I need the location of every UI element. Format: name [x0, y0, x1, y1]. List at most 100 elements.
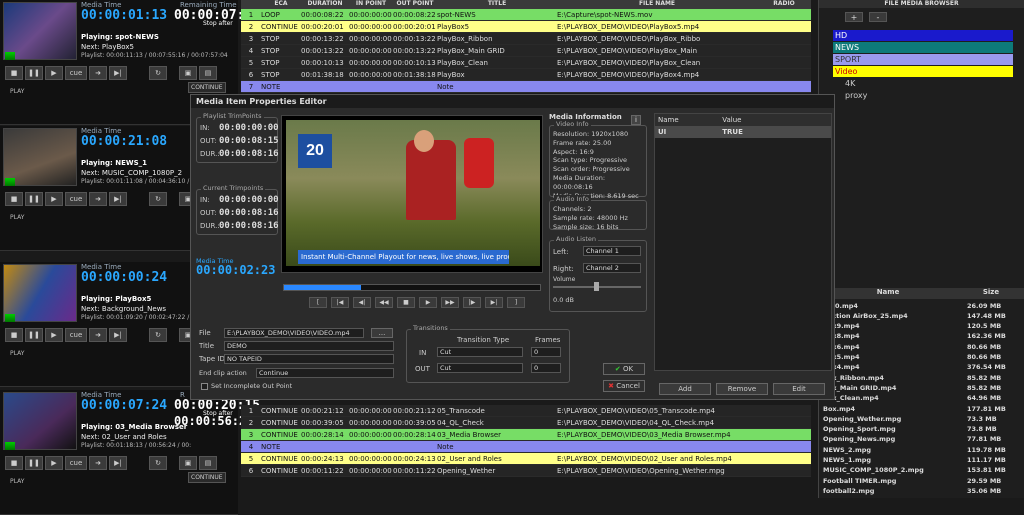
endclip-select[interactable]: Continue	[256, 368, 394, 378]
table-row[interactable]: 1 LOOP 00:00:08:22 00:00:00:00 00:00:08:22 sp…	[241, 9, 811, 21]
folder-icon[interactable]: ▤	[199, 66, 217, 80]
go-end-icon[interactable]: ▶|	[485, 297, 503, 308]
pause-icon[interactable]: ❚❚	[25, 456, 43, 470]
timeline-scrubber[interactable]	[283, 284, 541, 291]
table-row[interactable]: 4 NOTE Note	[241, 441, 811, 453]
browse-button[interactable]: ...	[371, 328, 393, 338]
category-item[interactable]: NEWS	[833, 42, 1013, 53]
next-icon[interactable]: ▶|	[109, 456, 127, 470]
table-header-cell[interactable]: OUT POINT	[393, 0, 437, 9]
col-size[interactable]: Size	[957, 288, 1024, 299]
cur-out-value[interactable]: 00:00:08:16	[219, 208, 279, 218]
table-row[interactable]: 2 CONTINUE 00:00:39:05 00:00:00:00 00:00:39:…	[241, 417, 811, 429]
cell-out: 00:00:11:22	[393, 466, 436, 475]
out-frames-field[interactable]: 0	[531, 363, 561, 373]
table-row[interactable]: 2 CONTINUE 00:00:20:01 00:00:00:00 00:00:20:…	[241, 21, 811, 33]
table-row[interactable]: 5 STOP 00:00:10:13 00:00:00:00 00:00:10:13 Pl…	[241, 57, 811, 69]
table-row[interactable]: 7 NOTE Note	[241, 81, 811, 93]
ok-button[interactable]: ✔ OK	[603, 363, 645, 375]
pause-icon[interactable]: ❚❚	[25, 192, 43, 206]
out-transition-select[interactable]: Cut	[437, 363, 523, 373]
table-header-cell[interactable]: ECA	[261, 0, 301, 9]
loop-icon[interactable]: ↻	[149, 328, 167, 342]
play-icon[interactable]: ▶	[45, 192, 63, 206]
edit-property-button[interactable]: Edit	[773, 383, 825, 395]
category-4k[interactable]: 4K	[845, 79, 855, 88]
go-start-icon[interactable]: |◀	[331, 297, 349, 308]
cue-button[interactable]: cue	[65, 328, 87, 342]
mode-select[interactable]: CONTINUE	[188, 82, 226, 93]
stop-icon[interactable]: ■	[5, 66, 23, 80]
skip-icon[interactable]: ➜	[89, 456, 107, 470]
cue-button[interactable]: cue	[65, 456, 87, 470]
category-item[interactable]: SPORT	[833, 54, 1013, 65]
col-name[interactable]: Name	[819, 288, 957, 299]
table-header-cell[interactable]: DURATION	[301, 0, 349, 9]
next-frame-icon[interactable]: |▶	[463, 297, 481, 308]
property-row[interactable]: UI TRUE	[655, 126, 831, 138]
cancel-button[interactable]: ✖ Cancel	[603, 380, 645, 392]
table-row[interactable]: 3 CONTINUE 00:00:28:14 00:00:00:00 00:00:28:…	[241, 429, 811, 441]
remove-category-button[interactable]: -	[869, 12, 887, 22]
mode-select[interactable]: CONTINUE	[188, 472, 226, 483]
loop-icon[interactable]: ↻	[149, 456, 167, 470]
right-channel-select[interactable]: Channel 2	[583, 263, 641, 273]
mark-out-icon[interactable]: ]	[507, 297, 525, 308]
table-row[interactable]: 4 STOP 00:00:13:22 00:00:00:00 00:00:13:22 Pl…	[241, 45, 811, 57]
table-row[interactable]: 6 CONTINUE 00:00:11:22 00:00:00:00 00:00:11:…	[241, 465, 811, 477]
prev-frame-icon[interactable]: ◀|	[353, 297, 371, 308]
table-row[interactable]: 3 STOP 00:00:13:22 00:00:00:00 00:00:13:22 Pl…	[241, 33, 811, 45]
tapeid-field[interactable]: NO TAPEID	[224, 354, 394, 364]
table-header-cell[interactable]: FILE NAME	[557, 0, 757, 9]
remove-property-button[interactable]: Remove	[716, 383, 768, 395]
add-category-button[interactable]: +	[845, 12, 863, 22]
mark-in-icon[interactable]: [	[309, 297, 327, 308]
play-icon[interactable]: ▶	[45, 66, 63, 80]
skip-icon[interactable]: ➜	[89, 328, 107, 342]
info-button[interactable]: i	[631, 115, 641, 125]
save-icon[interactable]: ▣	[179, 456, 197, 470]
title-field[interactable]: DEMO	[224, 341, 394, 351]
in-transition-select[interactable]: Cut	[437, 347, 523, 357]
file-row[interactable]: football2.mpg 35.06 MB	[819, 485, 1024, 496]
loop-icon[interactable]: ↻	[149, 66, 167, 80]
cue-button[interactable]: cue	[65, 192, 87, 206]
fast-forward-icon[interactable]: ▶▶	[441, 297, 459, 308]
incomplete-checkbox[interactable]	[201, 383, 208, 390]
cur-in-value[interactable]: 00:00:00:00	[219, 195, 279, 205]
next-icon[interactable]: ▶|	[109, 328, 127, 342]
next-icon[interactable]: ▶|	[109, 66, 127, 80]
skip-icon[interactable]: ➜	[89, 192, 107, 206]
table-row[interactable]: 1 CONTINUE 00:00:21:12 00:00:00:00 00:00:21:…	[241, 405, 811, 417]
category-item[interactable]: HD	[833, 30, 1013, 41]
loop-icon[interactable]: ↻	[149, 192, 167, 206]
cue-button[interactable]: cue	[65, 66, 87, 80]
file-field[interactable]: E:\PLAYBOX_DEMO\VIDEO\VIDEO.mp4	[224, 328, 364, 338]
stop-icon[interactable]: ■	[397, 297, 415, 308]
volume-handle[interactable]	[594, 282, 599, 291]
stop-icon[interactable]: ■	[5, 456, 23, 470]
add-property-button[interactable]: Add	[659, 383, 711, 395]
left-channel-select[interactable]: Channel 1	[583, 246, 641, 256]
table-header-cell[interactable]: TITLE	[437, 0, 557, 9]
play-icon[interactable]: ▶	[45, 328, 63, 342]
stop-icon[interactable]: ■	[5, 328, 23, 342]
next-icon[interactable]: ▶|	[109, 192, 127, 206]
rewind-icon[interactable]: ◀◀	[375, 297, 393, 308]
category-item[interactable]: Video	[833, 66, 1013, 77]
in-frames-field[interactable]: 0	[531, 347, 561, 357]
stop-icon[interactable]: ■	[5, 192, 23, 206]
pause-icon[interactable]: ❚❚	[25, 328, 43, 342]
play-icon[interactable]: ▶	[419, 297, 437, 308]
play-icon[interactable]: ▶	[45, 456, 63, 470]
skip-icon[interactable]: ➜	[89, 66, 107, 80]
category-proxy[interactable]: proxy	[845, 91, 867, 100]
table-header-cell[interactable]	[241, 0, 261, 9]
table-row[interactable]: 6 STOP 00:01:38:18 00:00:00:00 00:01:38:18 Pl…	[241, 69, 811, 81]
table-row[interactable]: 5 CONTINUE 00:00:24:13 00:00:00:00 00:00:24:…	[241, 453, 811, 465]
table-header-cell[interactable]: IN POINT	[349, 0, 393, 9]
folder-icon[interactable]: ▤	[199, 456, 217, 470]
save-icon[interactable]: ▣	[179, 66, 197, 80]
table-header-cell[interactable]: RADIO	[757, 0, 811, 9]
pause-icon[interactable]: ❚❚	[25, 66, 43, 80]
